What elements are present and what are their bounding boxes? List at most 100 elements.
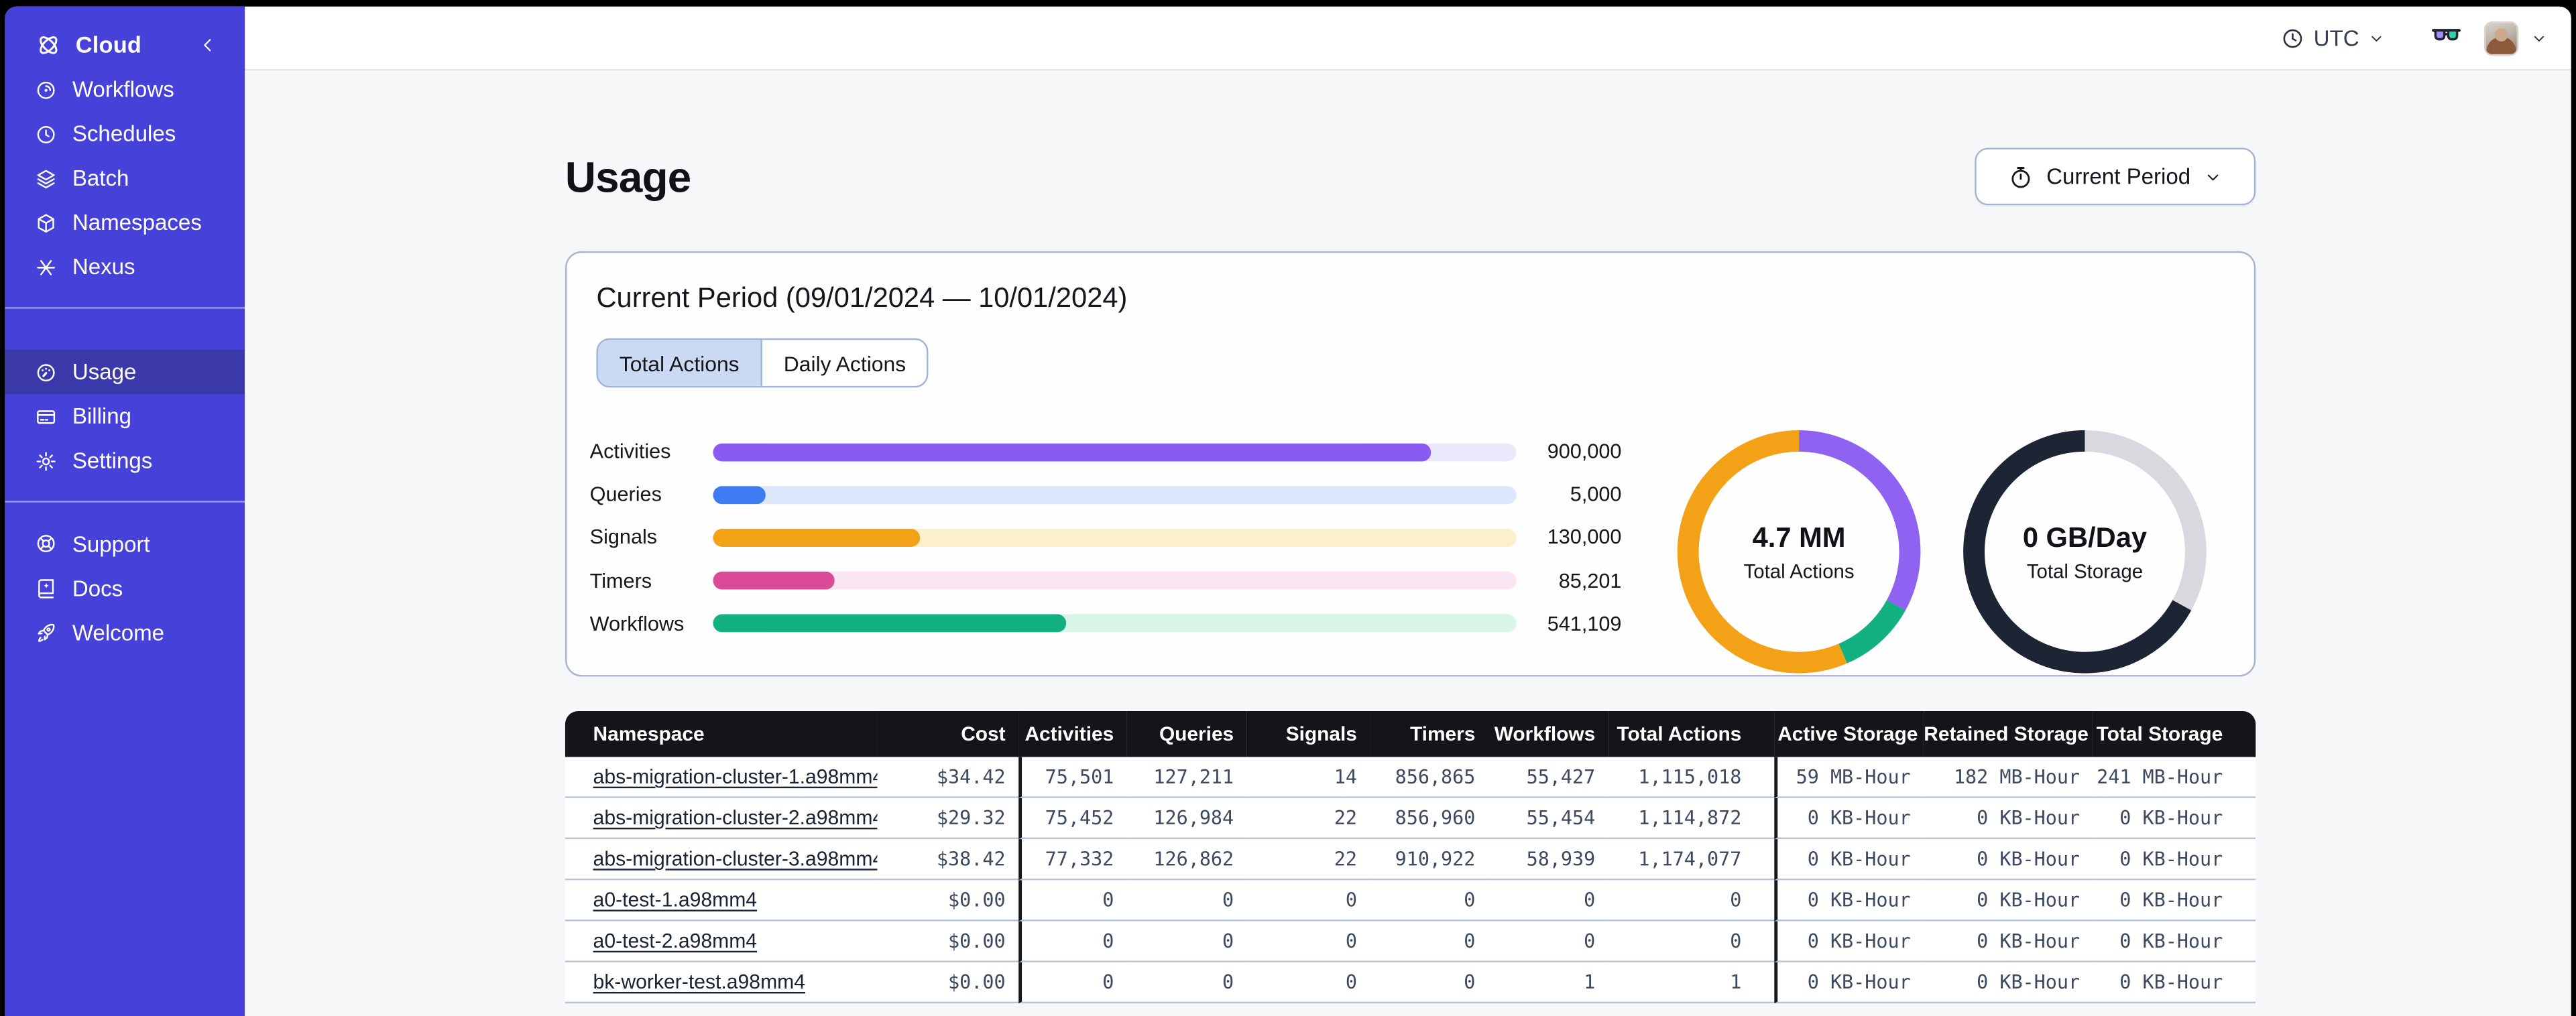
sidebar-item-namespaces[interactable]: Namespaces	[5, 200, 245, 245]
namespace-link[interactable]: abs-migration-cluster-2.a98mm4	[593, 806, 878, 829]
namespace-link[interactable]: bk-worker-test.a98mm4	[593, 970, 805, 993]
namespace-cell: a0-test-2.a98mm4	[565, 921, 878, 962]
chevron-down-icon[interactable]	[2530, 29, 2548, 47]
sidebar-item-label: Usage	[72, 359, 137, 385]
timezone-selector[interactable]: UTC	[2281, 25, 2386, 50]
period-selector-button[interactable]: Current Period	[1975, 147, 2256, 206]
billing-icon	[37, 409, 56, 424]
sidebar-item-label: Workflows	[72, 77, 174, 102]
column-header-retained-storage: Retained Storage	[1924, 710, 2093, 757]
column-header-timers: Timers	[1370, 710, 1488, 757]
bar-fill	[713, 485, 766, 504]
namespace-link[interactable]: abs-migration-cluster-3.a98mm4	[593, 847, 878, 870]
sidebar-collapse-button[interactable]	[197, 34, 219, 55]
namespace-cell: bk-worker-test.a98mm4	[565, 962, 878, 1004]
page-title: Usage	[565, 152, 691, 202]
column-header-cost: Cost	[877, 710, 1019, 757]
sidebar: Cloud Workflows Schedules Batch Namespaces N…	[5, 6, 245, 1016]
sidebar-item-workflows[interactable]: Workflows	[5, 67, 245, 111]
app-window: Cloud Workflows Schedules Batch Namespaces N…	[5, 6, 2571, 1016]
bar-track	[713, 572, 1517, 590]
bar-row: Activities 900,000	[567, 430, 1644, 473]
bar-category-label: Workflows	[589, 612, 685, 635]
topbar: UTC	[245, 6, 2571, 71]
sidebar-item-batch[interactable]: Batch	[5, 156, 245, 200]
avatar[interactable]	[2483, 20, 2519, 56]
sidebar-item-settings[interactable]: Settings	[5, 438, 245, 483]
cell-cost: $0.00	[877, 962, 1019, 1004]
donut-center: 0 GB/Day Total Storage	[1960, 427, 2209, 676]
cell-active-storage: 0 KB-Hour	[1774, 839, 1924, 881]
cell-total-storage: 0 KB-Hour	[2093, 962, 2256, 1004]
cell-cost: $34.42	[877, 757, 1019, 798]
timezone-label: UTC	[2313, 25, 2359, 50]
namespace-cell: abs-migration-cluster-2.a98mm4	[565, 798, 878, 840]
cell-workflows: 58,939	[1488, 839, 1608, 881]
usage-icon	[37, 363, 55, 381]
cell-activities: 0	[1018, 880, 1127, 922]
card-title: Current Period (09/01/2024 — 10/01/2024)	[596, 282, 1128, 314]
settings-icon	[36, 451, 56, 470]
cell-total-storage: 0 KB-Hour	[2093, 839, 2256, 881]
cell-total-storage: 0 KB-Hour	[2093, 921, 2256, 962]
tab-daily-actions[interactable]: Daily Actions	[760, 340, 927, 386]
namespace-link[interactable]: a0-test-2.a98mm4	[593, 930, 758, 952]
bar-track	[713, 442, 1517, 461]
glasses-icon[interactable]	[2430, 21, 2463, 54]
bar-row: Timers 85,201	[567, 559, 1644, 602]
chevron-down-icon	[2204, 167, 2223, 186]
usage-bar-chart: Activities 900,000 Queries 5,000 Signals 130,…	[567, 430, 1644, 645]
column-header-total-storage: Total Storage	[2093, 710, 2256, 757]
bar-value: 900,000	[1547, 440, 1622, 464]
donut-value: 4.7 MM	[1752, 521, 1846, 553]
table-row: a0-test-1.a98mm4 $0.00 0 0 0 0 0 0 0 KB-Hour 0 KB…	[565, 880, 2256, 922]
cell-active-storage: 0 KB-Hour	[1774, 798, 1924, 840]
cell-cost: $38.42	[877, 839, 1019, 881]
clock-icon	[2281, 25, 2306, 50]
namespace-link[interactable]: a0-test-1.a98mm4	[593, 889, 758, 911]
cell-signals: 0	[1246, 880, 1370, 922]
cell-total-actions: 1,174,077	[1608, 839, 1775, 881]
cell-retained-storage: 182 MB-Hour	[1924, 757, 2093, 798]
cell-workflows: 0	[1488, 880, 1608, 922]
sidebar-item-billing[interactable]: Billing	[5, 394, 245, 438]
cell-total-storage: 0 KB-Hour	[2093, 880, 2256, 922]
chevron-down-icon	[2534, 35, 2544, 41]
stopwatch-icon	[2011, 166, 2030, 188]
bar-fill	[713, 572, 835, 590]
namespace-link[interactable]: abs-migration-cluster-1.a98mm4	[593, 765, 878, 788]
cell-timers: 0	[1370, 921, 1488, 962]
screen: Cloud Workflows Schedules Batch Namespaces N…	[0, 0, 2576, 1016]
cell-queries: 126,984	[1126, 798, 1247, 840]
sidebar-item-welcome[interactable]: Welcome	[5, 610, 245, 654]
chevron-down-icon	[2372, 35, 2382, 41]
total-storage-donut: 0 GB/Day Total Storage	[1960, 427, 2209, 676]
cell-workflows: 1	[1488, 962, 1608, 1004]
bar-fill	[713, 528, 921, 547]
namespace-cell: abs-migration-cluster-1.a98mm4	[565, 757, 878, 798]
sidebar-item-schedules[interactable]: Schedules	[5, 112, 245, 156]
sidebar-item-label: Welcome	[72, 619, 165, 645]
cell-signals: 14	[1246, 757, 1370, 798]
cell-timers: 856,960	[1370, 798, 1488, 840]
cell-activities: 77,332	[1018, 839, 1127, 881]
namespace-cell: abs-migration-cluster-3.a98mm4	[565, 839, 878, 881]
cell-queries: 0	[1126, 880, 1247, 922]
cell-queries: 0	[1126, 921, 1247, 962]
content: Usage Current Period Current Period (09/…	[245, 70, 2571, 1016]
chevron-down-icon	[2367, 29, 2386, 47]
support-icon	[37, 535, 55, 552]
cell-retained-storage: 0 KB-Hour	[1924, 880, 2093, 922]
cell-signals: 0	[1246, 962, 1370, 1004]
cell-retained-storage: 0 KB-Hour	[1924, 798, 2093, 840]
tab-total-actions[interactable]: Total Actions	[597, 340, 761, 386]
sidebar-item-nexus[interactable]: Nexus	[5, 245, 245, 289]
docs-icon	[38, 579, 54, 598]
sidebar-nav-main: Workflows Schedules Batch Namespaces Nexus	[5, 67, 245, 289]
stopwatch-icon	[2007, 164, 2033, 190]
cell-total-actions: 1	[1608, 962, 1775, 1004]
sidebar-item-usage[interactable]: Usage	[5, 349, 245, 395]
sidebar-item-docs[interactable]: Docs	[5, 566, 245, 610]
sidebar-item-support[interactable]: Support	[5, 521, 245, 566]
cell-cost: $29.32	[877, 798, 1019, 840]
